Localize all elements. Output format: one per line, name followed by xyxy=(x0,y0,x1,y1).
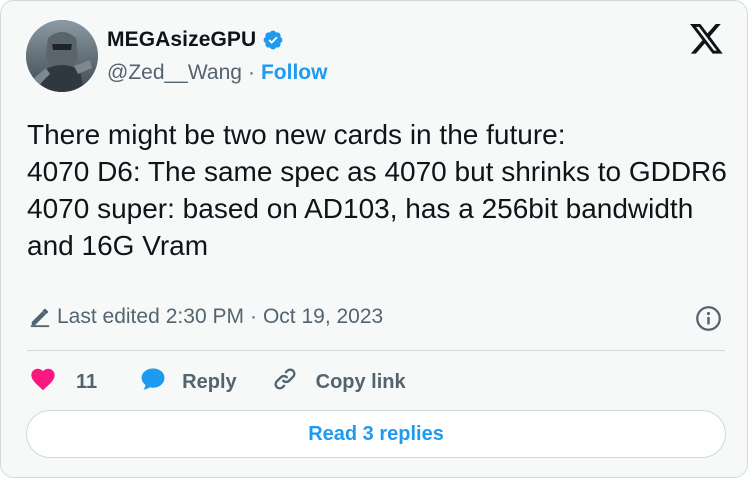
link-icon xyxy=(271,365,299,399)
tweet-text: There might be two new cards in the futu… xyxy=(27,119,727,261)
author-handle-row: @Zed__Wang · Follow xyxy=(107,61,327,85)
tweet-date: Oct 19, 2023 xyxy=(262,305,384,328)
like-button[interactable]: 11 xyxy=(29,365,97,399)
embedded-tweet-card: MEGAsizeGPU @Zed__Wang · Follow There mi… xyxy=(0,0,748,478)
read-replies-button[interactable]: Read 3 replies xyxy=(26,410,726,458)
pencil-icon xyxy=(29,306,51,328)
avatar-image xyxy=(26,20,98,92)
speech-bubble-icon xyxy=(139,365,167,399)
author-display-name[interactable]: MEGAsizeGPU xyxy=(107,28,256,52)
verified-badge-icon xyxy=(262,29,284,51)
divider xyxy=(27,350,725,351)
avatar[interactable] xyxy=(26,20,98,92)
author-handle[interactable]: @Zed__Wang xyxy=(107,61,242,85)
x-logo-icon[interactable] xyxy=(690,24,724,55)
author-name-row: MEGAsizeGPU xyxy=(107,28,284,52)
follow-button[interactable]: Follow xyxy=(261,61,328,85)
edited-timestamp-row[interactable]: Last edited 2:30 PM · Oct 19, 2023 xyxy=(29,305,383,329)
copy-link-button[interactable]: Copy link xyxy=(271,365,406,399)
reply-button[interactable]: Reply xyxy=(139,365,237,399)
heart-icon xyxy=(29,365,57,399)
tweet-actions: 11 Reply Copy link xyxy=(29,365,406,399)
copy-link-label: Copy link xyxy=(315,370,406,393)
info-icon[interactable] xyxy=(695,305,722,332)
edited-label: Last edited xyxy=(57,305,160,328)
tweet-time: 2:30 PM xyxy=(165,305,244,328)
like-count: 11 xyxy=(76,370,98,393)
date-separator: · xyxy=(249,305,257,328)
reply-label: Reply xyxy=(182,370,237,393)
handle-separator: · xyxy=(247,61,255,84)
